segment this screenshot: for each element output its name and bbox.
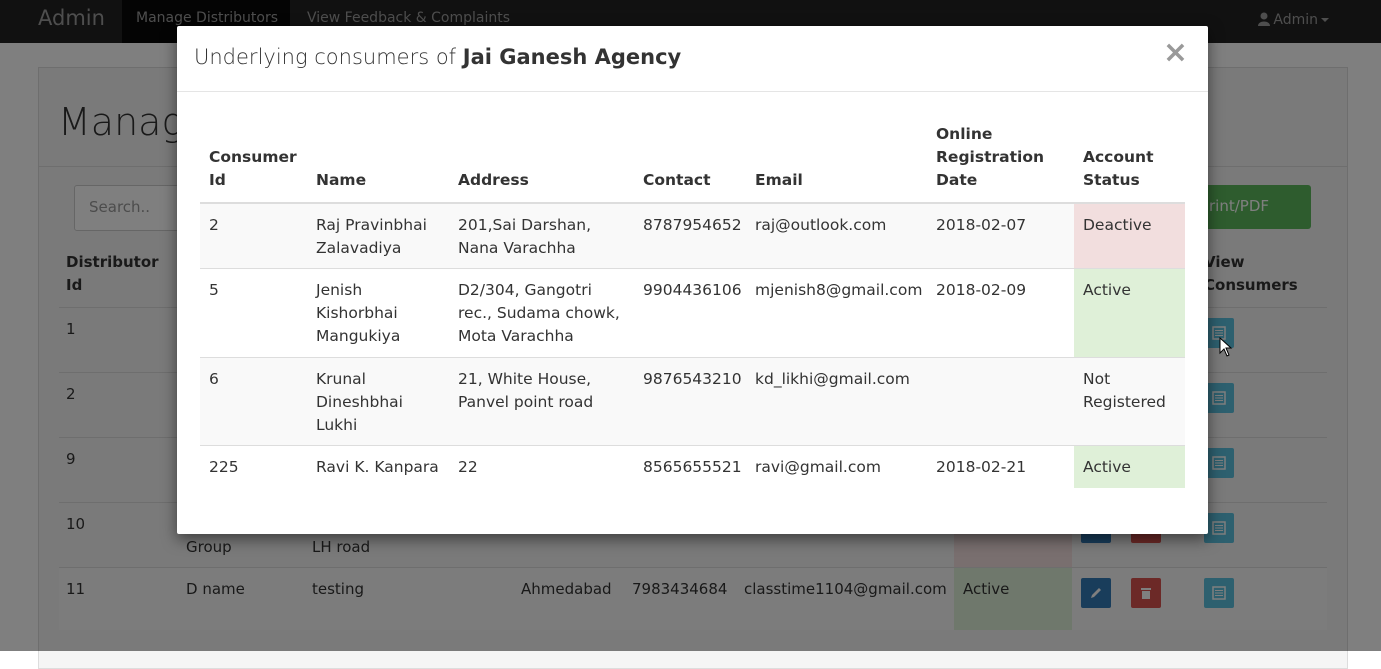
consumer-address: 22 bbox=[458, 458, 478, 476]
consumer-contact: 9904436106 bbox=[643, 281, 742, 299]
status-badge: Active bbox=[1083, 281, 1131, 299]
status-badge: Not Registered bbox=[1083, 370, 1166, 411]
modal-header: Underlying consumers of Jai Ganesh Agenc… bbox=[177, 26, 1208, 92]
agency-name: Jai Ganesh Agency bbox=[462, 45, 682, 69]
consumer-email: raj@outlook.com bbox=[755, 216, 887, 234]
consumers-modal: Underlying consumers of Jai Ganesh Agenc… bbox=[177, 26, 1208, 534]
consumer-row: 2 Raj Pravinbhai Zalavadiya 201,Sai Darsh… bbox=[200, 202, 1185, 269]
status-cell: Active bbox=[1074, 269, 1185, 357]
consumer-email: mjenish8@gmail.com bbox=[755, 281, 923, 299]
consumer-row: 6 Krunal Dineshbhai Lukhi 21, White House,… bbox=[200, 357, 1185, 445]
consumer-address: D2/304, Gangotri rec., Sudama chowk, Mota … bbox=[458, 281, 620, 345]
header-email: Email bbox=[755, 171, 803, 189]
header-name: Name bbox=[316, 171, 367, 189]
status-badge: Deactive bbox=[1083, 216, 1152, 234]
consumer-name: Krunal Dineshbhai Lukhi bbox=[316, 370, 403, 434]
consumer-id: 5 bbox=[209, 281, 219, 299]
consumer-reg-date: 2018-02-07 bbox=[936, 216, 1027, 234]
consumer-id: 6 bbox=[209, 370, 219, 388]
consumer-name: Jenish Kishorbhai Mangukiya bbox=[316, 281, 401, 345]
header-contact: Contact bbox=[643, 171, 711, 189]
consumer-row: 225 Ravi K. Kanpara 22 8565655521 ravi@g… bbox=[200, 445, 1185, 488]
mouse-pointer-icon bbox=[1219, 337, 1233, 357]
consumer-reg-date: 2018-02-09 bbox=[936, 281, 1027, 299]
consumer-name: Raj Pravinbhai Zalavadiya bbox=[316, 216, 427, 257]
consumer-row: 5 Jenish Kishorbhai Mangukiya D2/304, Gang… bbox=[200, 268, 1185, 357]
consumer-reg-date: 2018-02-21 bbox=[936, 458, 1027, 476]
status-cell: Not Registered bbox=[1074, 358, 1185, 445]
header-consumer-id: Consumer Id bbox=[209, 148, 297, 189]
consumer-id: 225 bbox=[209, 458, 239, 476]
consumer-contact: 8565655521 bbox=[643, 458, 742, 476]
status-cell: Deactive bbox=[1074, 204, 1185, 269]
consumer-id: 2 bbox=[209, 216, 219, 234]
consumer-address: 201,Sai Darshan, Nana Varachha bbox=[458, 216, 592, 257]
consumer-name: Ravi K. Kanpara bbox=[316, 458, 439, 476]
consumer-contact: 9876543210 bbox=[643, 370, 742, 388]
header-registration-date: Online Registration Date bbox=[936, 125, 1045, 189]
header-address: Address bbox=[458, 171, 529, 189]
status-cell: Active bbox=[1074, 446, 1185, 488]
consumer-email: kd_likhi@gmail.com bbox=[755, 370, 910, 388]
close-button[interactable]: × bbox=[1163, 38, 1188, 68]
header-account-status: Account Status bbox=[1083, 148, 1154, 189]
status-badge: Active bbox=[1083, 458, 1131, 476]
consumer-email: ravi@gmail.com bbox=[755, 458, 881, 476]
modal-title: Underlying consumers of Jai Ganesh Agenc… bbox=[194, 45, 682, 69]
consumer-address: 21, White House, Panvel point road bbox=[458, 370, 594, 411]
consumer-contact: 8787954652 bbox=[643, 216, 742, 234]
